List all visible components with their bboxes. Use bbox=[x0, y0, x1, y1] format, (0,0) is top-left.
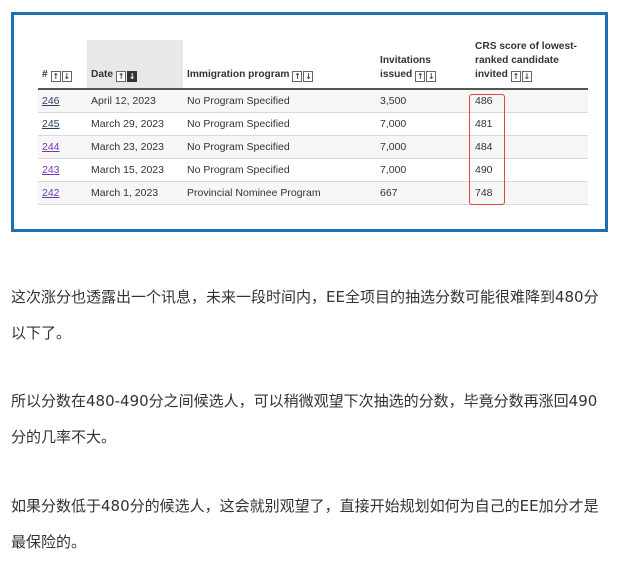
table-row: 246 April 12, 2023 No Program Specified … bbox=[38, 89, 588, 113]
cell-program: No Program Specified bbox=[183, 89, 376, 113]
cell-number: 245 bbox=[38, 112, 87, 136]
cell-program: No Program Specified bbox=[183, 158, 376, 182]
cell-number: 242 bbox=[38, 181, 87, 205]
draw-number-link[interactable]: 246 bbox=[42, 95, 60, 107]
cell-number: 246 bbox=[38, 89, 87, 113]
table-row: 245 March 29, 2023 No Program Specified … bbox=[38, 112, 588, 136]
header-invitations[interactable]: Invitations issued ↑ ↓ bbox=[376, 40, 471, 90]
draw-number-link[interactable]: 244 bbox=[42, 141, 60, 153]
table-header-row: # ↑ ↓ Date ↑ ↓ Immigration program ↑ ↓ Invitat… bbox=[38, 40, 588, 90]
cell-crs: 490 bbox=[471, 158, 588, 182]
sort-desc-icon[interactable]: ↓ bbox=[61, 71, 72, 82]
cell-number: 244 bbox=[38, 135, 87, 159]
cell-invitations: 7,000 bbox=[376, 112, 471, 136]
sort-desc-active-icon[interactable]: ↓ bbox=[127, 71, 138, 82]
header-date[interactable]: Date ↑ ↓ bbox=[87, 40, 183, 90]
table-row: 244 March 23, 2023 No Program Specified … bbox=[38, 135, 588, 159]
draw-number-link[interactable]: 243 bbox=[42, 164, 60, 176]
cell-invitations: 7,000 bbox=[376, 158, 471, 182]
cell-invitations: 3,500 bbox=[376, 89, 471, 113]
table-row: 242 March 1, 2023 Provincial Nominee Pro… bbox=[38, 181, 588, 205]
cell-program: Provincial Nominee Program bbox=[183, 181, 376, 205]
cell-date: April 12, 2023 bbox=[87, 89, 183, 113]
sort-asc-icon[interactable]: ↑ bbox=[510, 71, 521, 82]
table-body: 246 April 12, 2023 No Program Specified … bbox=[38, 89, 588, 205]
cell-date: March 15, 2023 bbox=[87, 158, 183, 182]
sort-desc-icon[interactable]: ↓ bbox=[521, 71, 532, 82]
header-number[interactable]: # ↑ ↓ bbox=[38, 40, 87, 90]
sort-asc-icon[interactable]: ↑ bbox=[50, 71, 61, 82]
screenshot-frame: # ↑ ↓ Date ↑ ↓ Immigration program ↑ ↓ Invitat… bbox=[11, 12, 608, 232]
cell-crs: 748 bbox=[471, 181, 588, 205]
cell-invitations: 7,000 bbox=[376, 135, 471, 159]
cell-invitations: 667 bbox=[376, 181, 471, 205]
draw-number-link[interactable]: 242 bbox=[42, 187, 60, 199]
cell-number: 243 bbox=[38, 158, 87, 182]
header-program[interactable]: Immigration program ↑ ↓ bbox=[183, 40, 376, 90]
sort-desc-icon[interactable]: ↓ bbox=[303, 71, 314, 82]
sort-asc-icon[interactable]: ↑ bbox=[415, 71, 426, 82]
cell-program: No Program Specified bbox=[183, 112, 376, 136]
cell-date: March 29, 2023 bbox=[87, 112, 183, 136]
cell-program: No Program Specified bbox=[183, 135, 376, 159]
express-entry-rounds-table: # ↑ ↓ Date ↑ ↓ Immigration program ↑ ↓ Invitat… bbox=[38, 40, 588, 205]
rounds-table-container: # ↑ ↓ Date ↑ ↓ Immigration program ↑ ↓ Invitat… bbox=[38, 40, 588, 205]
cell-crs: 486 bbox=[471, 89, 588, 113]
article-paragraph: 所以分数在480-490分之间候选人，可以稍微观望下次抽选的分数，毕竟分数再涨回… bbox=[11, 392, 598, 446]
sort-asc-icon[interactable]: ↑ bbox=[116, 71, 127, 82]
article-paragraph: 如果分数低于480分的候选人，这会就别观望了，直接开始规划如何为自己的EE加分才… bbox=[11, 497, 599, 551]
cell-crs: 481 bbox=[471, 112, 588, 136]
table-row: 243 March 15, 2023 No Program Specified … bbox=[38, 158, 588, 182]
draw-number-link[interactable]: 245 bbox=[42, 118, 60, 130]
cell-crs: 484 bbox=[471, 135, 588, 159]
cell-date: March 1, 2023 bbox=[87, 181, 183, 205]
article-paragraph: 这次涨分也透露出一个讯息，未来一段时间内，EE全项目的抽选分数可能很难降到480… bbox=[11, 288, 599, 342]
sort-asc-icon[interactable]: ↑ bbox=[292, 71, 303, 82]
sort-desc-icon[interactable]: ↓ bbox=[426, 71, 437, 82]
cell-date: March 23, 2023 bbox=[87, 135, 183, 159]
header-crs-score[interactable]: CRS score of lowest- ranked candidate in… bbox=[471, 40, 588, 90]
